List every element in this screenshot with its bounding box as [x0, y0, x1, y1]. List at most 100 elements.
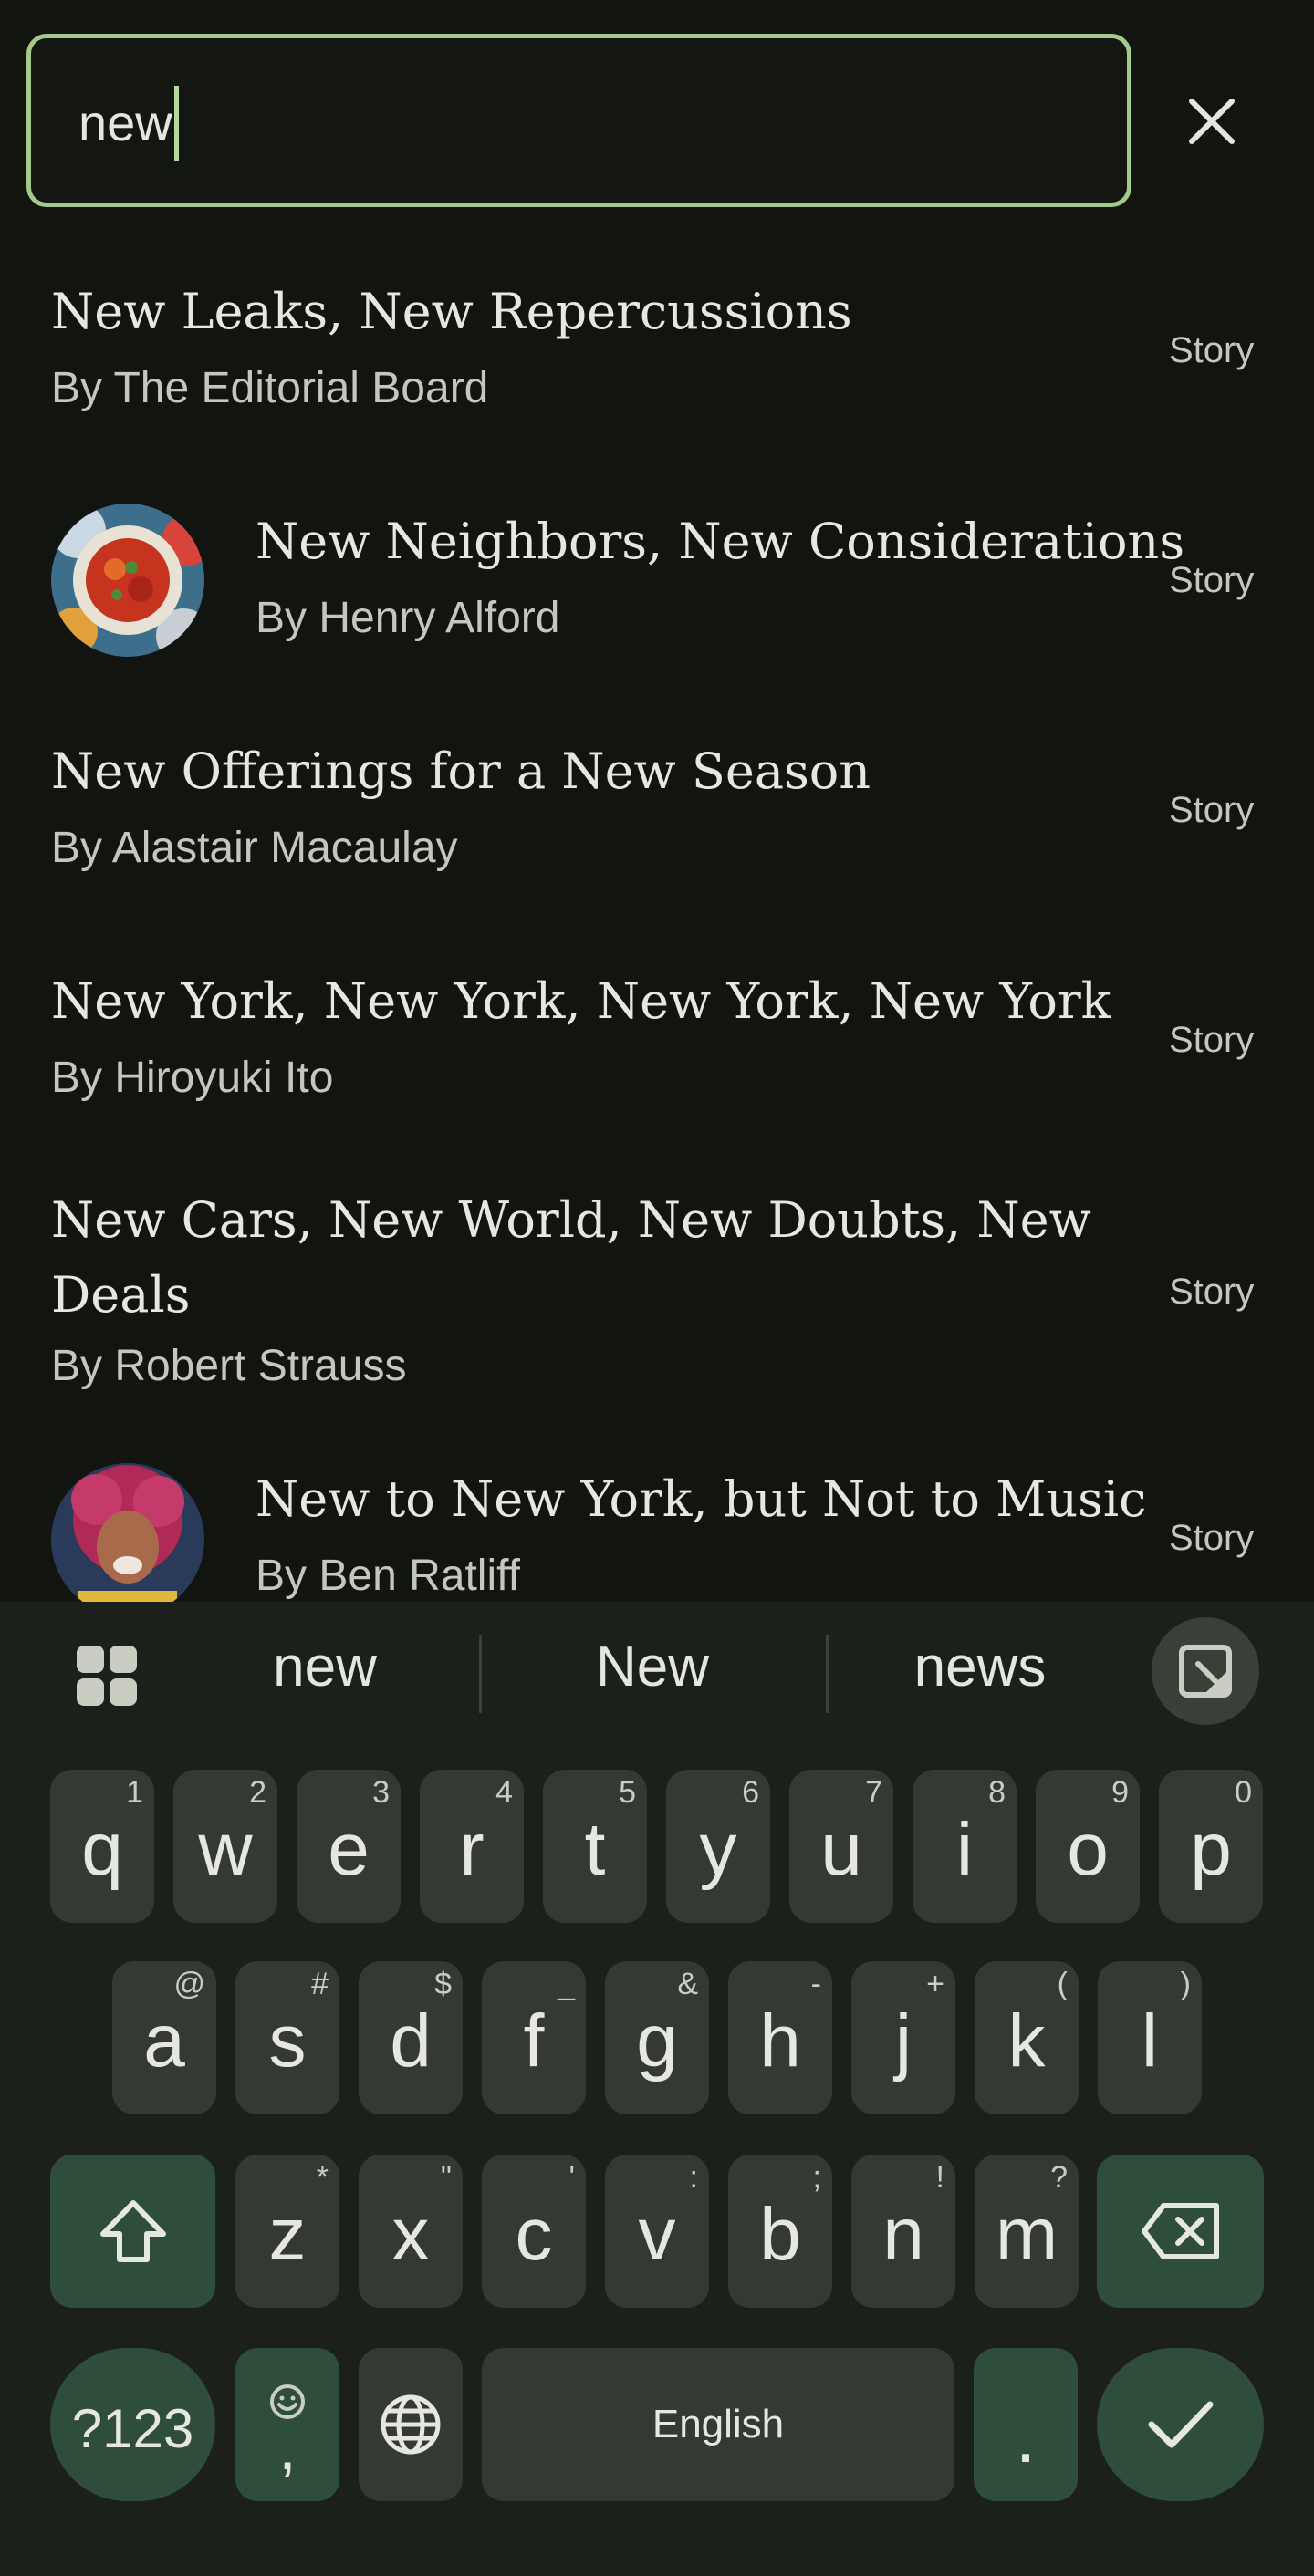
- key-hint: 4: [495, 1775, 513, 1810]
- key-c[interactable]: c ': [482, 2155, 586, 2308]
- key-u[interactable]: u7: [789, 1770, 893, 1923]
- key-v[interactable]: v:: [605, 2155, 709, 2308]
- key-hint: $: [434, 1967, 452, 2001]
- list-item[interactable]: New to New York, but Not to Music By Ben…: [0, 1461, 1314, 1602]
- key-y[interactable]: y6: [666, 1770, 770, 1923]
- result-title: New to New York, but Not to Music: [256, 1470, 1147, 1528]
- key-hint: *: [316, 2160, 328, 2195]
- result-title-line2: Deals: [51, 1266, 191, 1324]
- key-label: c: [515, 2193, 553, 2276]
- list-item[interactable]: New Neighbors, New Considerations By Hen…: [0, 504, 1314, 668]
- key-hint: 0: [1235, 1775, 1252, 1810]
- key-label: p: [1190, 1808, 1232, 1891]
- symbols-key[interactable]: ?123: [50, 2348, 215, 2501]
- key-o[interactable]: o9: [1036, 1770, 1140, 1923]
- key-label: r: [459, 1808, 485, 1891]
- key-hint: 2: [249, 1775, 266, 1810]
- globe-icon: [381, 2394, 441, 2455]
- key-n[interactable]: n!: [851, 2155, 955, 2308]
- suggestion-1[interactable]: new: [188, 1635, 462, 1699]
- key-x[interactable]: x ": [359, 2155, 463, 2308]
- key-z[interactable]: z *: [235, 2155, 339, 2308]
- result-type: Story: [1169, 790, 1255, 830]
- key-label: y: [699, 1808, 737, 1891]
- result-byline: By Ben Ratliff: [256, 1552, 520, 1600]
- key-label: t: [584, 1808, 606, 1891]
- emoji-comma-key[interactable]: ,: [235, 2348, 339, 2501]
- close-search-button[interactable]: [1159, 68, 1265, 174]
- key-hint: @: [173, 1967, 205, 2001]
- key-b[interactable]: b;: [728, 2155, 832, 2308]
- key-a[interactable]: a @: [112, 1961, 216, 2114]
- key-hint: 6: [742, 1775, 759, 1810]
- key-e[interactable]: e3: [297, 1770, 401, 1923]
- key-hint: ": [440, 2160, 452, 2195]
- key-s[interactable]: s #: [235, 1961, 339, 2114]
- key-label: l: [1141, 2000, 1159, 2083]
- key-hint: 8: [988, 1775, 1006, 1810]
- suggestion-bar: new New news: [0, 1602, 1314, 1748]
- enter-key[interactable]: [1097, 2348, 1264, 2501]
- key-g[interactable]: g &: [605, 1961, 709, 2114]
- apps-grid-icon[interactable]: [75, 1644, 139, 1708]
- key-label: u: [820, 1808, 862, 1891]
- result-byline: By Hiroyuki Ito: [51, 1054, 334, 1102]
- space-key[interactable]: English: [482, 2348, 954, 2501]
- key-hint: #: [311, 1967, 328, 2001]
- key-w[interactable]: w2: [173, 1770, 277, 1923]
- result-byline: By Robert Strauss: [51, 1342, 407, 1390]
- key-label: z: [268, 2193, 307, 2276]
- key-label: s: [268, 2000, 307, 2083]
- language-key[interactable]: [359, 2348, 463, 2501]
- key-d[interactable]: d $: [359, 1961, 463, 2114]
- key-hint: &: [677, 1967, 698, 2001]
- clipboard-icon: [1179, 1645, 1232, 1698]
- result-title: New Offerings for a New Season: [51, 743, 871, 800]
- period-key[interactable]: .: [974, 2348, 1078, 2501]
- text-cursor: [173, 86, 179, 161]
- suggestion-divider: [826, 1635, 829, 1713]
- list-item[interactable]: New York, New York, New York, New York B…: [0, 963, 1314, 1127]
- key-hint: ': [568, 2160, 576, 2195]
- key-hint: 1: [126, 1775, 143, 1810]
- result-byline: By Alastair Macaulay: [51, 824, 458, 872]
- suggestion-2[interactable]: New: [516, 1635, 789, 1699]
- result-title-line1: New Cars, New World, New Doubts, New: [51, 1191, 1091, 1249]
- result-title: New Neighbors, New Considerations: [256, 513, 1185, 570]
- key-hint: !: [935, 2160, 944, 2195]
- suggestion-3[interactable]: news: [843, 1635, 1117, 1699]
- key-i[interactable]: i8: [912, 1770, 1017, 1923]
- shift-key[interactable]: [50, 2155, 215, 2308]
- on-screen-keyboard: new New news q1w2e3r4t5y6u7i8o9p0 a @ s # d $…: [0, 1602, 1314, 2576]
- clipboard-button[interactable]: [1152, 1617, 1259, 1725]
- key-h[interactable]: h-: [728, 1961, 832, 2114]
- key-f[interactable]: f _: [482, 1961, 586, 2114]
- key-label: w: [198, 1808, 253, 1891]
- key-label: b: [759, 2193, 801, 2276]
- suggestion-divider: [479, 1635, 482, 1713]
- list-item[interactable]: New Offerings for a New Season By Alasta…: [0, 733, 1314, 898]
- list-item[interactable]: New Cars, New World, New Doubts, New Dea…: [0, 1182, 1314, 1401]
- key-label: d: [390, 2000, 432, 2083]
- key-p[interactable]: p0: [1159, 1770, 1263, 1923]
- key-l[interactable]: l): [1098, 1961, 1202, 2114]
- key-t[interactable]: t5: [543, 1770, 647, 1923]
- backspace-key[interactable]: [1097, 2155, 1264, 2308]
- result-title: New Leaks, New Repercussions: [51, 283, 852, 340]
- key-r[interactable]: r4: [420, 1770, 524, 1923]
- key-hint: +: [926, 1967, 944, 2001]
- key-label: q: [81, 1808, 123, 1891]
- result-thumbnail: [51, 504, 204, 657]
- key-label: h: [759, 2000, 801, 2083]
- search-query: new: [78, 94, 172, 151]
- result-type: Story: [1169, 560, 1255, 600]
- list-item[interactable]: New Leaks, New Repercussions By The Edit…: [0, 274, 1314, 438]
- key-label: g: [636, 2000, 678, 2083]
- key-j[interactable]: j +: [851, 1961, 955, 2114]
- search-input[interactable]: new: [26, 34, 1132, 207]
- key-q[interactable]: q1: [50, 1770, 154, 1923]
- key-m[interactable]: m?: [975, 2155, 1079, 2308]
- key-k[interactable]: k(: [975, 1961, 1079, 2114]
- result-type: Story: [1169, 330, 1255, 370]
- key-label: f: [523, 2000, 545, 2083]
